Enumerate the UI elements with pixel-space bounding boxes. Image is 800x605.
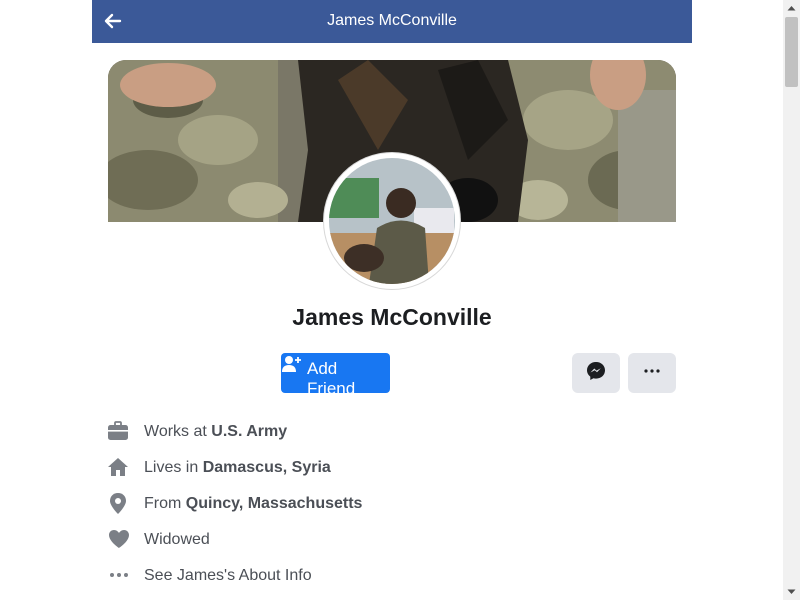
scroll-down-arrow-icon[interactable] xyxy=(783,583,800,600)
info-work: Works at U.S. Army xyxy=(108,421,668,445)
info-from: From Quincy, Massachusetts xyxy=(108,493,668,517)
info-lives: Lives in Damascus, Syria xyxy=(108,457,668,481)
avatar xyxy=(329,158,455,284)
info-about-link[interactable]: See James's About Info xyxy=(108,565,668,589)
work-value[interactable]: U.S. Army xyxy=(211,423,287,440)
profile-picture[interactable] xyxy=(324,153,460,289)
messenger-button[interactable] xyxy=(572,353,620,393)
scrollbar-thumb[interactable] xyxy=(785,17,798,87)
messenger-icon xyxy=(587,362,605,380)
more-dots-icon xyxy=(644,369,660,373)
more-options-button[interactable] xyxy=(628,353,676,393)
briefcase-icon xyxy=(108,421,128,443)
about-info-link[interactable]: See James's About Info xyxy=(144,567,312,585)
work-prefix: Works at xyxy=(144,423,212,440)
home-icon xyxy=(108,457,128,479)
relationship-status: Widowed xyxy=(144,531,210,548)
heart-icon xyxy=(108,529,129,551)
add-friend-button[interactable]: Add Friend xyxy=(281,353,390,398)
vertical-scrollbar[interactable] xyxy=(783,0,800,600)
top-bar: James McConville xyxy=(92,0,692,43)
info-relationship: Widowed xyxy=(108,529,668,553)
profile-name: James McConville xyxy=(292,304,492,330)
lives-prefix: Lives in xyxy=(144,459,203,476)
lives-value[interactable]: Damascus, Syria xyxy=(203,459,331,476)
add-friend-icon xyxy=(282,355,302,378)
location-pin-icon xyxy=(108,493,128,515)
from-value[interactable]: Quincy, Massachusetts xyxy=(186,495,363,512)
from-prefix: From xyxy=(144,495,186,512)
ellipsis-icon xyxy=(108,565,128,587)
header-title: James McConville xyxy=(327,12,457,29)
add-friend-label: Add Friend xyxy=(307,359,356,398)
profile-page: James McConville James McConville Add Fr… xyxy=(92,0,692,600)
scroll-up-arrow-icon[interactable] xyxy=(783,0,800,17)
